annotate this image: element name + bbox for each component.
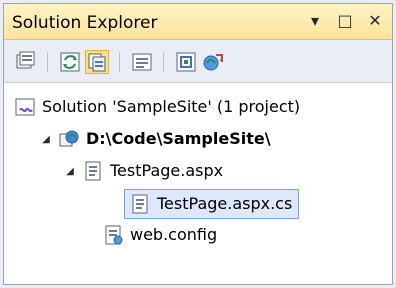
solution-tree: Solution 'SampleSite' (1 project) ◢ D:\C… bbox=[4, 83, 392, 284]
page-label: TestPage.aspx bbox=[110, 161, 224, 180]
toolbar-separator bbox=[119, 52, 120, 72]
toolbar-separator bbox=[47, 52, 48, 72]
expand-arrow-icon[interactable]: ◢ bbox=[40, 133, 52, 145]
tree-node-codebehind[interactable]: TestPage.aspx.cs bbox=[124, 189, 300, 219]
solution-explorer-panel: Solution Explorer ▾ □ ✕ Solution 'Sample… bbox=[3, 3, 393, 285]
solution-icon bbox=[14, 96, 36, 118]
panel-controls: ▾ □ ✕ bbox=[306, 12, 384, 30]
explorer-toolbar bbox=[4, 40, 392, 83]
toolbar-separator bbox=[163, 52, 164, 72]
tree-node-solution[interactable]: Solution 'SampleSite' (1 project) bbox=[14, 93, 300, 121]
config-file-icon bbox=[102, 224, 124, 246]
project-globe-icon bbox=[58, 128, 80, 150]
close-icon[interactable]: ✕ bbox=[366, 12, 384, 30]
webconfig-label: web.config bbox=[130, 225, 218, 244]
tree-node-project[interactable]: ◢ D:\Code\SampleSite\ bbox=[40, 125, 271, 153]
copy-website-icon[interactable] bbox=[202, 50, 226, 74]
codebehind-label: TestPage.aspx.cs bbox=[157, 194, 293, 213]
solution-label: Solution 'SampleSite' (1 project) bbox=[42, 97, 301, 116]
chevron-down-icon[interactable]: ▾ bbox=[306, 12, 324, 30]
view-code-icon[interactable] bbox=[130, 50, 154, 74]
show-all-files-icon[interactable] bbox=[85, 50, 109, 74]
cs-file-icon bbox=[129, 193, 151, 215]
maximize-icon[interactable]: □ bbox=[336, 12, 354, 30]
aspx-file-icon bbox=[82, 160, 104, 182]
tree-node-page[interactable]: ◢ TestPage.aspx bbox=[64, 157, 223, 185]
properties-icon[interactable] bbox=[14, 50, 38, 74]
project-label: D:\Code\SampleSite\ bbox=[86, 129, 271, 148]
refresh-icon[interactable] bbox=[58, 50, 82, 74]
tree-node-webconfig[interactable]: web.config bbox=[102, 221, 217, 249]
expand-arrow-icon[interactable]: ◢ bbox=[64, 165, 76, 177]
view-designer-icon[interactable] bbox=[174, 50, 198, 74]
panel-title: Solution Explorer bbox=[12, 13, 158, 33]
panel-titlebar: Solution Explorer ▾ □ ✕ bbox=[4, 4, 392, 40]
